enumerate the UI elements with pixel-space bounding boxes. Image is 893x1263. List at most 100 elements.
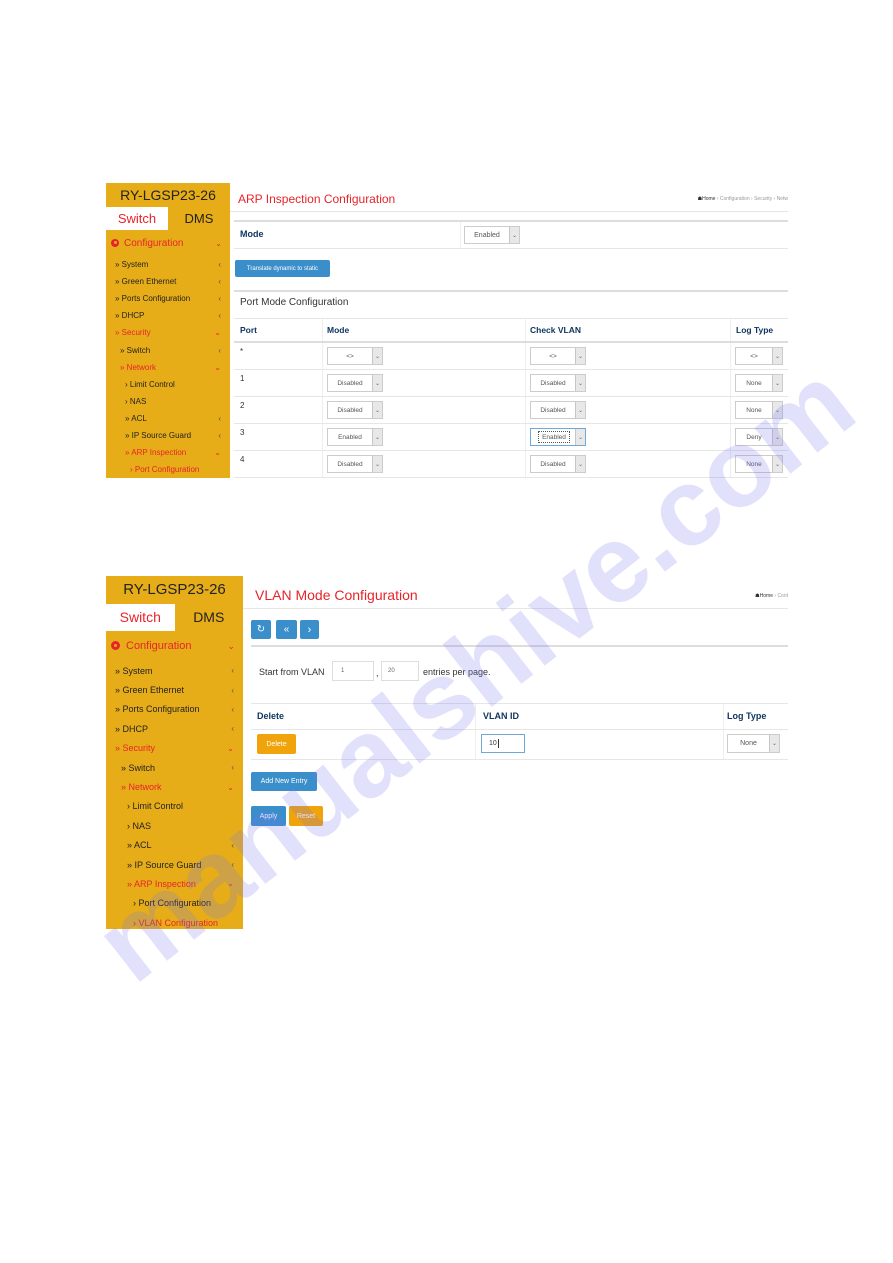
chevron-down-icon: ⌄ [372, 429, 382, 445]
chevron-down-icon: ⌄ [215, 238, 222, 248]
breadcrumb-home[interactable]: Home [760, 593, 773, 599]
sidebar-item-label: » IP Source Guard [127, 859, 202, 870]
apply-button[interactable]: Apply [251, 806, 286, 826]
check-vlan-select[interactable]: <> ⌄ [530, 347, 586, 365]
sidebar-item[interactable]: » Ports Configuration ‹ [106, 290, 230, 307]
mode-select[interactable]: Disabled ⌄ [327, 374, 383, 392]
sidebar-item[interactable]: » Ports Configuration ‹ [106, 700, 243, 719]
first-page-button[interactable]: « [276, 620, 297, 639]
sidebar-item[interactable]: › VLAN Configuration [106, 913, 243, 932]
mode-select[interactable]: Enabled ⌄ [464, 226, 520, 244]
check-vlan-select[interactable]: Enabled ⌄ [530, 428, 586, 446]
sidebar-item[interactable]: » ACL ‹ [106, 836, 243, 855]
log-type-select[interactable]: <> ⌄ [735, 347, 783, 365]
sidebar-item-label: » DHCP [115, 311, 145, 321]
tab-switch[interactable]: Switch [106, 604, 175, 631]
chevron-down-icon: ⌄ [372, 456, 382, 472]
check-vlan-select[interactable]: Disabled ⌄ [530, 374, 586, 392]
check-vlan-select[interactable]: Disabled ⌄ [530, 401, 586, 419]
sidebar-item[interactable]: › Port Configuration [106, 894, 243, 913]
divider [475, 704, 476, 759]
sidebar-item[interactable]: » Network ⌄ [106, 777, 243, 796]
chevron-left-icon: ‹ [231, 685, 234, 695]
vlan-id-input[interactable]: 10 [481, 734, 525, 753]
sidebar-item[interactable]: » Security ⌄ [106, 739, 243, 758]
log-type-select[interactable]: Deny ⌄ [735, 428, 783, 446]
reset-button[interactable]: Reset [289, 806, 323, 826]
breadcrumb-item[interactable]: Cont [777, 593, 788, 599]
chevron-left-icon: ‹ [218, 430, 221, 440]
sidebar-item[interactable]: » ACL ‹ [106, 410, 230, 427]
mode-select[interactable]: Enabled ⌄ [327, 428, 383, 446]
refresh-icon: ↻ [256, 624, 266, 635]
divider [251, 703, 788, 704]
entries-per-page-input[interactable]: 20 [381, 661, 419, 681]
mode-select[interactable]: Disabled ⌄ [327, 455, 383, 473]
sidebar-item[interactable]: » Switch ‹ [106, 341, 230, 358]
log-type-select[interactable]: None ⌄ [727, 734, 780, 753]
chevron-down-icon: ⌄ [575, 348, 585, 364]
configuration-label-wrap: Configuration [111, 238, 183, 249]
tab-dms[interactable]: DMS [168, 207, 230, 230]
refresh-button[interactable]: ↻ [251, 620, 271, 639]
chevron-down-icon: ⌄ [372, 348, 382, 364]
page-title: ARP Inspection Configuration [238, 192, 396, 206]
gear-icon [111, 641, 120, 650]
sidebar-configuration[interactable]: Configuration ⌄ [106, 631, 243, 661]
breadcrumb-item[interactable]: Configuration [720, 196, 750, 202]
sidebar-item[interactable]: » System ‹ [106, 661, 243, 680]
sidebar-item[interactable]: » ARP Inspection ⌄ [106, 444, 230, 461]
mode-select-value: Disabled [337, 379, 363, 387]
log-type-select[interactable]: None ⌄ [735, 401, 783, 419]
chevron-down-icon: ⌄ [227, 782, 234, 792]
chevron-down-icon: ⌄ [575, 456, 585, 472]
divider [230, 211, 788, 212]
sidebar-item[interactable]: » DHCP ‹ [106, 719, 243, 738]
sidebar-item[interactable]: » Green Ethernet ‹ [106, 680, 243, 699]
sidebar-item[interactable]: » Security ⌄ [106, 324, 230, 341]
delete-button[interactable]: Delete [257, 734, 296, 754]
sidebar-item[interactable]: » Switch ‹ [106, 758, 243, 777]
breadcrumb-item[interactable]: Security [754, 196, 772, 202]
breadcrumb-item[interactable]: Netw [777, 196, 788, 202]
mode-select[interactable]: Disabled ⌄ [327, 401, 383, 419]
sidebar-item[interactable]: » DHCP ‹ [106, 307, 230, 324]
start-vlan-input[interactable]: 1 [332, 661, 374, 681]
tab-switch[interactable]: Switch [106, 207, 168, 230]
sidebar-item[interactable]: » IP Source Guard ‹ [106, 855, 243, 874]
sidebar-item[interactable]: » IP Source Guard ‹ [106, 427, 230, 444]
chevron-left-icon: ‹ [218, 294, 221, 304]
sidebar-tabs: Switch DMS [106, 207, 230, 230]
log-type-select[interactable]: None ⌄ [735, 455, 783, 473]
divider [234, 477, 788, 478]
port-number: 3 [240, 428, 245, 437]
add-new-entry-button[interactable]: Add New Entry [251, 772, 317, 791]
sidebar-item[interactable]: » System ‹ [106, 256, 230, 273]
divider [251, 729, 788, 730]
divider [243, 608, 788, 609]
sidebar-item-label: » Security [115, 743, 156, 754]
configuration-label: Configuration [126, 640, 192, 652]
sidebar-item[interactable]: » Network ⌄ [106, 359, 230, 376]
sidebar-item[interactable]: › NAS [106, 816, 243, 835]
next-page-button[interactable]: › [300, 620, 319, 639]
sidebar-item[interactable]: › Limit Control [106, 376, 230, 393]
sidebar-item[interactable]: › Limit Control [106, 797, 243, 816]
sidebar-item[interactable]: » ARP Inspection ⌄ [106, 874, 243, 893]
log-type-select[interactable]: None ⌄ [735, 374, 783, 392]
section-title: Port Mode Configuration [240, 297, 349, 308]
translate-dynamic-to-static-button[interactable]: Translate dynamic to static [235, 260, 330, 277]
sidebar-item[interactable]: » Green Ethernet ‹ [106, 273, 230, 290]
sidebar-configuration[interactable]: Configuration ⌄ [106, 230, 230, 256]
mode-select[interactable]: <> ⌄ [327, 347, 383, 365]
tab-dms[interactable]: DMS [175, 604, 244, 631]
chevron-down-icon: ⌄ [214, 328, 221, 338]
breadcrumb-home[interactable]: Home [702, 196, 715, 202]
log-type-select-value: None [746, 406, 762, 414]
check-vlan-select[interactable]: Disabled ⌄ [530, 455, 586, 473]
main-content: VLAN Mode Configuration ☗Home › Cont ↻ «… [243, 576, 788, 929]
sidebar-item[interactable]: › Port Configuration [106, 461, 230, 478]
sidebar-item[interactable]: › NAS [106, 393, 230, 410]
mode-select-value: <> [346, 352, 354, 360]
port-number: 2 [240, 401, 245, 410]
